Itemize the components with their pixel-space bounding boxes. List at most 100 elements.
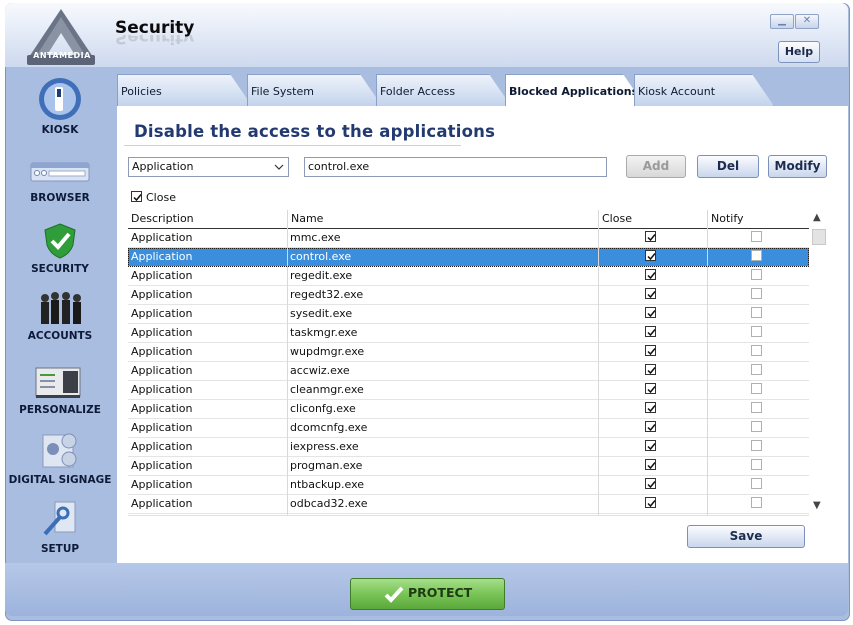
close-row-checkbox[interactable] — [645, 250, 656, 261]
cell-name: ntbackup.exe — [290, 478, 365, 491]
close-checkbox[interactable] — [131, 191, 142, 202]
scroll-thumb[interactable] — [812, 229, 826, 245]
checkmark-icon — [647, 291, 656, 299]
close-row-checkbox[interactable] — [645, 497, 656, 508]
type-select-value: Application — [132, 160, 194, 173]
section-heading: Disable the access to the applications — [134, 122, 496, 141]
notify-row-checkbox[interactable] — [751, 307, 762, 318]
cell-name: accwiz.exe — [290, 364, 350, 377]
close-row-checkbox[interactable] — [645, 364, 656, 375]
help-button[interactable]: Help — [778, 41, 820, 63]
minimize-icon: ▁ — [778, 15, 786, 26]
cell-description: Application — [131, 269, 193, 282]
chevron-down-icon — [274, 164, 284, 170]
close-row-checkbox[interactable] — [645, 402, 656, 413]
sidebar-item-kiosk[interactable]: KIOSK — [5, 75, 115, 140]
notify-row-checkbox[interactable] — [751, 421, 762, 432]
tab-file-system[interactable]: File System — [247, 74, 382, 106]
notify-row-checkbox[interactable] — [751, 402, 762, 413]
type-select[interactable]: Application — [128, 157, 289, 177]
cell-name: sysedit.exe — [290, 307, 353, 320]
del-button[interactable]: Del — [697, 155, 759, 178]
cell-name: control.exe — [290, 250, 352, 263]
minimize-button[interactable]: ▁ — [770, 14, 794, 29]
close-row-checkbox[interactable] — [645, 288, 656, 299]
close-row-checkbox[interactable] — [645, 345, 656, 356]
notify-row-checkbox[interactable] — [751, 478, 762, 489]
application-input[interactable]: control.exe — [304, 157, 607, 177]
notify-row-checkbox[interactable] — [751, 383, 762, 394]
save-button[interactable]: Save — [687, 525, 805, 548]
close-row-checkbox[interactable] — [645, 459, 656, 470]
tab-blocked-applications[interactable]: Blocked Applications — [505, 74, 645, 106]
logo-text: ANTAMEDIA — [33, 51, 91, 60]
cell-description: Application — [131, 288, 193, 301]
cell-description: Application — [131, 345, 193, 358]
cell-name: odbcad32.exe — [290, 497, 368, 510]
sidebar-item-setup[interactable]: SETUP — [5, 500, 115, 558]
notify-row-checkbox[interactable] — [751, 326, 762, 337]
close-row-checkbox[interactable] — [645, 307, 656, 318]
checkmark-icon — [647, 234, 656, 242]
close-row-checkbox[interactable] — [645, 231, 656, 242]
notify-row-checkbox[interactable] — [751, 250, 762, 261]
column-divider — [707, 210, 708, 515]
tab-kiosk-account[interactable]: Kiosk Account — [634, 74, 774, 106]
page-title-reflection: Security — [115, 35, 195, 47]
checkmark-icon — [647, 272, 656, 280]
close-window-button[interactable]: ✕ — [795, 14, 819, 29]
checkmark-icon — [647, 443, 656, 451]
column-divider — [598, 210, 599, 515]
scroll-up-icon[interactable]: ▲ — [813, 212, 821, 223]
notify-row-checkbox[interactable] — [751, 497, 762, 508]
browser-icon — [30, 162, 90, 182]
column-header-name[interactable]: Name — [287, 210, 598, 228]
cell-description: Application — [131, 326, 193, 339]
sidebar-item-digital-signage[interactable]: DIGITAL SIGNAGE — [5, 431, 115, 491]
notify-row-checkbox[interactable] — [751, 459, 762, 470]
cell-name: progman.exe — [290, 459, 363, 472]
notify-row-checkbox[interactable] — [751, 269, 762, 280]
notify-row-checkbox[interactable] — [751, 364, 762, 375]
checkmark-icon — [647, 500, 656, 508]
close-row-checkbox[interactable] — [645, 421, 656, 432]
scroll-down-icon[interactable]: ▼ — [813, 500, 821, 511]
sidebar-item-label: KIOSK — [41, 124, 79, 136]
cell-name: cleanmgr.exe — [290, 383, 364, 396]
column-header-description[interactable]: Description — [128, 210, 287, 228]
notify-row-checkbox[interactable] — [751, 288, 762, 299]
table-scrollbar[interactable] — [810, 210, 828, 515]
notify-row-checkbox[interactable] — [751, 231, 762, 242]
close-row-checkbox[interactable] — [645, 440, 656, 451]
sidebar-item-security[interactable]: SECURITY — [5, 223, 115, 279]
close-row-checkbox[interactable] — [645, 326, 656, 337]
close-row-checkbox[interactable] — [645, 269, 656, 280]
modify-button[interactable]: Modify — [768, 155, 827, 178]
column-header-close[interactable]: Close — [598, 210, 707, 228]
add-button[interactable]: Add — [626, 155, 686, 178]
desktop-icon — [35, 367, 81, 398]
notify-row-checkbox[interactable] — [751, 345, 762, 356]
checkmark-icon — [647, 386, 656, 394]
setup-icon — [43, 501, 76, 536]
checkmark-icon — [647, 462, 656, 470]
close-checkbox-label: Close — [146, 191, 176, 204]
sidebar-item-browser[interactable]: BROWSER — [5, 157, 115, 207]
people-icon — [41, 292, 81, 324]
close-row-checkbox[interactable] — [645, 383, 656, 394]
sidebar-item-label: PERSONALIZE — [19, 404, 101, 416]
sidebar-item-label: BROWSER — [30, 192, 90, 204]
sidebar-item-personalize[interactable]: PERSONALIZE — [5, 363, 115, 418]
tab-folder-access[interactable]: Folder Access — [376, 74, 511, 106]
close-row-checkbox[interactable] — [645, 478, 656, 489]
kiosk-icon — [39, 78, 81, 120]
cell-description: Application — [131, 250, 193, 263]
column-header-notify[interactable]: Notify — [707, 210, 809, 228]
cell-description: Application — [131, 459, 193, 472]
notify-row-checkbox[interactable] — [751, 440, 762, 451]
sidebar-item-accounts[interactable]: ACCOUNTS — [5, 290, 115, 345]
checkmark-icon — [647, 329, 656, 337]
checkmark-icon — [133, 194, 142, 202]
cell-description: Application — [131, 402, 193, 415]
tab-policies[interactable]: Policies — [117, 74, 252, 106]
